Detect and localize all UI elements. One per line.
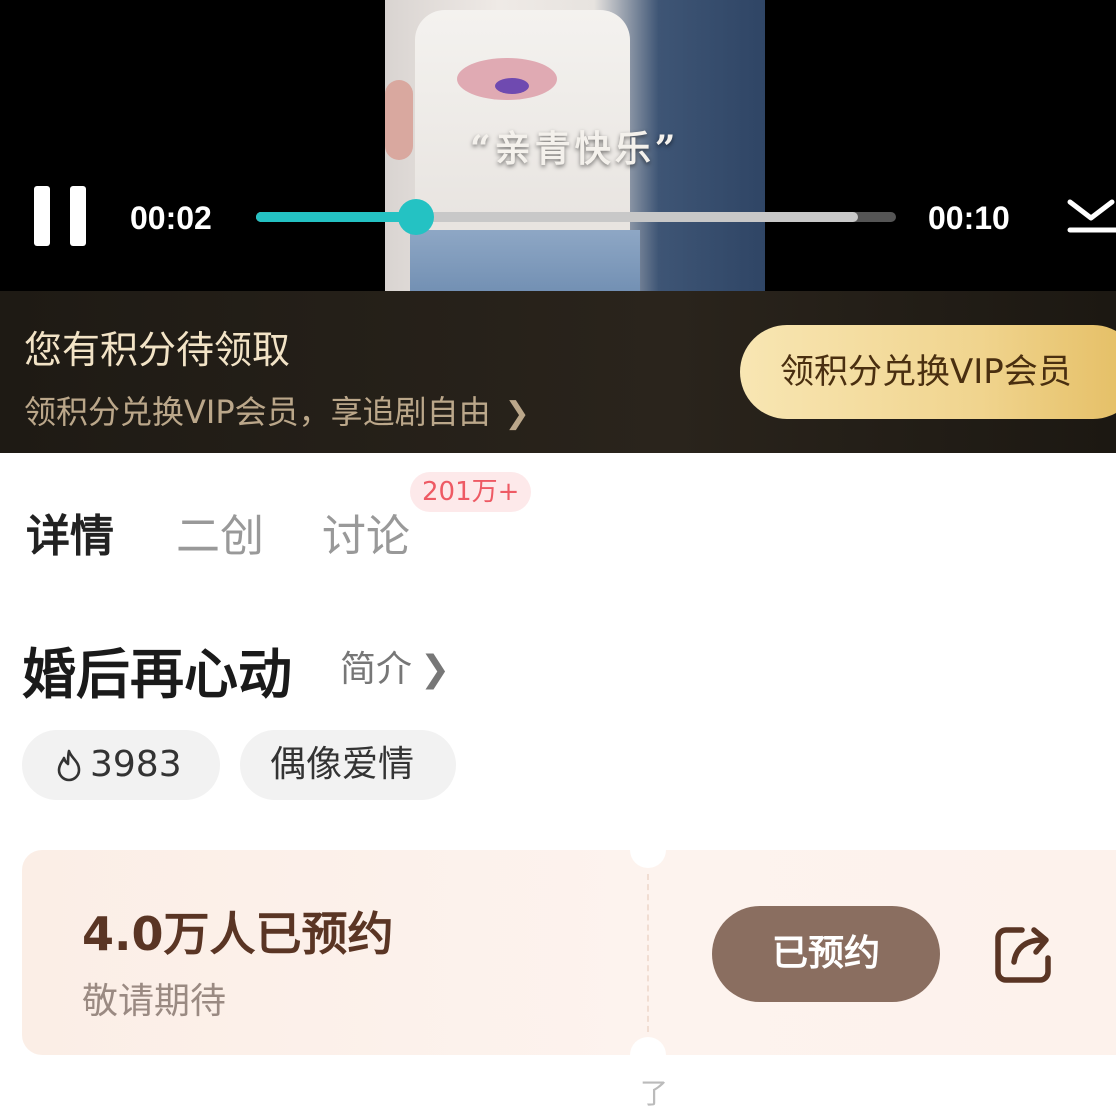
heat-tag[interactable]: 3983 [22, 730, 220, 800]
redeem-vip-button[interactable]: 领积分兑换VIP会员 [740, 325, 1116, 419]
heat-value: 3983 [90, 744, 182, 785]
collapse-down-icon[interactable] [1066, 196, 1116, 236]
intro-link-label: 简介 [340, 649, 413, 690]
reservation-subtitle: 敬请期待 [82, 981, 227, 1022]
tab-discussion[interactable]: 讨论 [322, 500, 410, 564]
video-player[interactable]: “亲青快乐” 00:02 00:10 [0, 0, 1116, 291]
show-title: 婚后再心动 [22, 643, 292, 706]
video-petals [495, 78, 529, 94]
share-icon[interactable] [992, 922, 1056, 986]
reservation-card: 4.0万人已预约 敬请期待 已预约 [22, 832, 1116, 1073]
banner-title: 您有积分待领取 [24, 328, 291, 372]
chevron-right-icon: ❯ [420, 649, 451, 690]
ticket-notch [630, 832, 666, 868]
pause-icon[interactable] [34, 186, 88, 246]
ticket-perforation [647, 874, 649, 1032]
points-banner[interactable]: 您有积分待领取 领积分兑换VIP会员，享追剧自由 ❯ 领积分兑换VIP会员 [0, 291, 1116, 453]
chevron-right-icon: ❯ [504, 396, 530, 431]
banner-subtitle-text: 领积分兑换VIP会员，享追剧自由 [24, 393, 491, 431]
total-time: 00:10 [928, 200, 1010, 236]
progress-handle[interactable] [398, 199, 434, 235]
intro-link[interactable]: 简介 ❯ [340, 640, 450, 692]
tab-details[interactable]: 详情 [26, 500, 114, 564]
tab-remix[interactable]: 二创 [176, 500, 264, 564]
played-bar [256, 212, 416, 222]
ticket-notch [630, 1037, 666, 1073]
flame-icon [57, 749, 81, 782]
progress-bar[interactable] [256, 199, 896, 235]
video-caption: “亲青快乐” [470, 128, 680, 170]
video-arm [385, 80, 413, 160]
discussion-count-badge: 201万+ [410, 472, 532, 512]
reservation-count: 4.0万人已预约 [82, 907, 394, 961]
banner-subtitle[interactable]: 领积分兑换VIP会员，享追剧自由 ❯ [24, 387, 530, 433]
watermark-text: 了 [640, 1077, 669, 1110]
current-time: 00:02 [130, 200, 212, 236]
reserved-button[interactable]: 已预约 [712, 906, 940, 1002]
video-jeans [410, 230, 640, 291]
genre-tag[interactable]: 偶像爱情 [240, 730, 456, 800]
